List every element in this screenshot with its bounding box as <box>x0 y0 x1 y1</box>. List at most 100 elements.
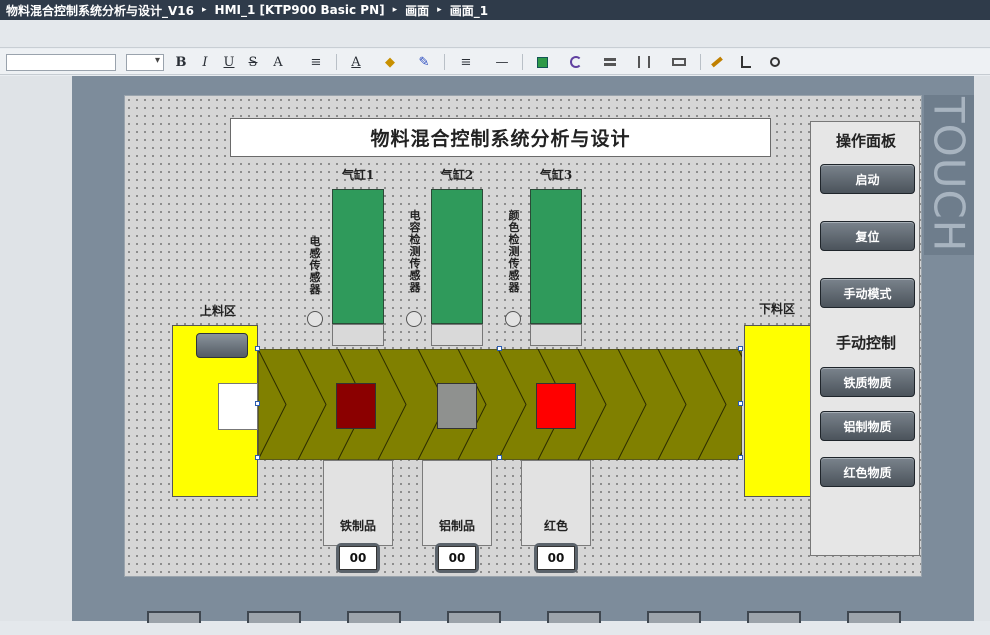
sensor-3-label: 颜色检测传感器 <box>508 209 520 294</box>
selection-handle[interactable] <box>738 455 743 460</box>
incoming-material-block[interactable] <box>218 383 258 430</box>
sensor-2-indicator[interactable] <box>406 311 422 327</box>
cylinder-1-body[interactable] <box>332 189 384 324</box>
font-name-input[interactable] <box>6 54 116 71</box>
breadcrumb-separator-icon: ▸ <box>437 5 442 15</box>
counter-red[interactable]: 00 <box>534 543 578 573</box>
breadcrumb: 物料混合控制系统分析与设计_V16 ▸ HMI_1 [KTP900 Basic … <box>0 0 990 20</box>
paint-bucket-icon: ◆ <box>385 54 395 70</box>
start-button[interactable]: 启动 <box>820 164 915 194</box>
same-size-icon <box>672 58 686 66</box>
strikethrough-button[interactable]: S <box>246 53 260 71</box>
cylinder-3-piston[interactable] <box>530 324 582 346</box>
material-item-iron[interactable] <box>336 383 376 429</box>
toolbar-divider <box>336 54 337 70</box>
counter-iron[interactable]: 00 <box>336 543 380 573</box>
load-zone-label: 上料区 <box>200 304 237 318</box>
distribute-button[interactable] <box>630 53 658 71</box>
zoom-button[interactable] <box>766 53 784 71</box>
bold-button[interactable]: B <box>174 53 188 71</box>
line-color-button[interactable]: ✎ <box>410 53 438 71</box>
selection-handle[interactable] <box>497 346 502 351</box>
toolbar-divider <box>700 54 701 70</box>
line-width-icon: ≡ <box>460 54 472 70</box>
cylinder-3-label: 气缸3 <box>539 168 573 182</box>
function-key-5[interactable] <box>547 611 601 623</box>
layer-order-button[interactable] <box>732 53 760 71</box>
text-align-button[interactable]: ≡ <box>300 53 332 71</box>
selection-handle[interactable] <box>255 346 260 351</box>
breadcrumb-device[interactable]: HMI_1 [KTP900 Basic PN] <box>215 3 385 17</box>
counter-red-value: 00 <box>537 546 575 570</box>
grow-font-icon: A <box>273 54 283 70</box>
unload-zone[interactable] <box>744 325 812 497</box>
align-objects-button[interactable] <box>596 53 624 71</box>
breadcrumb-separator-icon: ▸ <box>392 5 398 15</box>
cylinder-3-body[interactable] <box>530 189 582 324</box>
control-panel: 操作面板 启动 复位 手动模式 手动控制 铁质物质 铝制物质 红色物质 <box>810 121 920 556</box>
sensor-1-indicator[interactable] <box>307 311 323 327</box>
breadcrumb-screen[interactable]: 画面_1 <box>450 2 488 19</box>
touch-label: TOUCH <box>924 95 974 255</box>
font-color-button[interactable]: A <box>342 53 370 71</box>
underline-button[interactable]: U <box>222 53 236 71</box>
font-size-dropdown[interactable]: ▾ <box>126 54 164 71</box>
counter-iron-value: 00 <box>339 546 377 570</box>
reset-button[interactable]: 复位 <box>820 221 915 251</box>
same-size-button[interactable] <box>664 53 694 71</box>
line-style-button[interactable]: — <box>486 53 518 71</box>
ops-panel-header: 操作面板 <box>835 132 896 150</box>
function-key-4[interactable] <box>447 611 501 623</box>
pen-icon: ✎ <box>418 54 430 70</box>
cylinder-2-body[interactable] <box>431 189 483 324</box>
selection-handle[interactable] <box>738 346 743 351</box>
cylinder-2-piston[interactable] <box>431 324 483 346</box>
editor-header-strip <box>0 20 990 48</box>
selection-handle[interactable] <box>497 455 502 460</box>
function-key-6[interactable] <box>647 611 701 623</box>
grow-font-button[interactable]: A <box>268 53 288 71</box>
red-material-button[interactable]: 红色物质 <box>820 457 915 487</box>
toolbar-divider <box>522 54 523 70</box>
selection-handle[interactable] <box>255 401 260 406</box>
breadcrumb-project[interactable]: 物料混合控制系统分析与设计_V16 <box>6 2 194 19</box>
breadcrumb-separator-icon: ▸ <box>202 5 207 15</box>
counter-aluminum[interactable]: 00 <box>435 543 479 573</box>
function-key-2[interactable] <box>247 611 301 623</box>
hmi-title-textbox[interactable]: 物料混合控制系统分析与设计 <box>230 118 771 157</box>
sensor-3-indicator[interactable] <box>505 311 521 327</box>
selection-handle[interactable] <box>255 455 260 460</box>
italic-button[interactable]: I <box>198 53 212 71</box>
manual-mode-button[interactable]: 手动模式 <box>820 278 915 308</box>
breadcrumb-screens[interactable]: 画面 <box>405 2 429 19</box>
cylinder-1-label: 气缸1 <box>341 168 375 182</box>
function-key-7[interactable] <box>747 611 801 623</box>
shadow-button[interactable] <box>528 53 556 71</box>
aluminum-material-button[interactable]: 铝制物质 <box>820 411 915 441</box>
rotate-button[interactable] <box>562 53 590 71</box>
fill-color-button[interactable]: ◆ <box>376 53 404 71</box>
align-left-icon: ≡ <box>310 54 322 70</box>
format-toolbar: ▾ B I U S A ≡ A ◆ ✎ ≡ — <box>0 49 990 75</box>
function-key-3[interactable] <box>347 611 401 623</box>
conveyor-belt[interactable] <box>258 349 742 460</box>
material-item-red[interactable] <box>536 383 576 429</box>
layer-order-icon <box>741 56 751 68</box>
bin-iron-label: 铁制品 <box>339 519 376 533</box>
zoom-icon <box>770 57 780 67</box>
function-key-1[interactable] <box>147 611 201 623</box>
sensor-2-label: 电容检测传感器 <box>409 209 421 294</box>
cylinder-1-piston[interactable] <box>332 324 384 346</box>
function-key-8[interactable] <box>847 611 901 623</box>
line-style-icon: — <box>495 54 509 70</box>
iron-material-button[interactable]: 铁质物质 <box>820 367 915 397</box>
load-zone-button[interactable] <box>196 333 248 358</box>
status-strip <box>0 621 990 635</box>
bin-aluminum-label: 铝制品 <box>438 519 475 533</box>
line-width-button[interactable]: ≡ <box>450 53 482 71</box>
brush-button[interactable] <box>706 53 728 71</box>
material-item-aluminum[interactable] <box>437 383 477 429</box>
brush-icon <box>711 56 723 68</box>
selection-handle[interactable] <box>738 401 743 406</box>
manual-control-header: 手动控制 <box>835 334 896 352</box>
